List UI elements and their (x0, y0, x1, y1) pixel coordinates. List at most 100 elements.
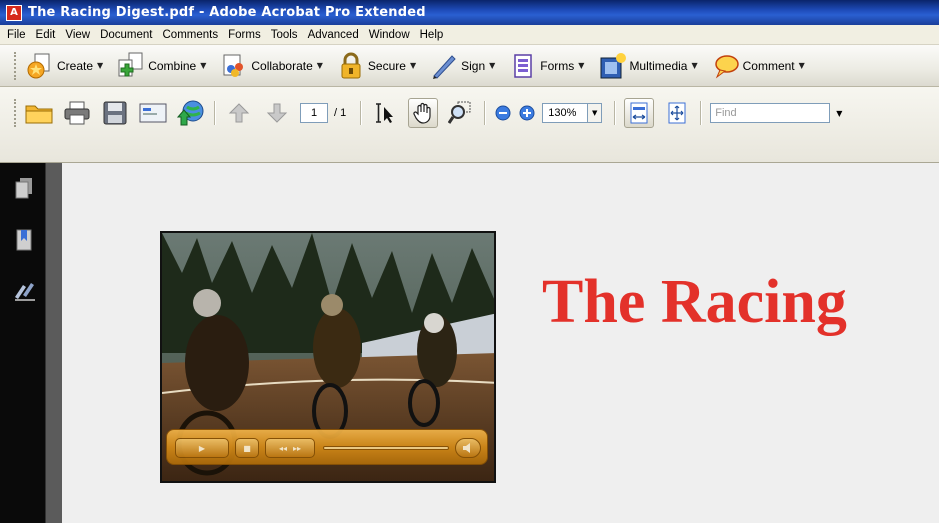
document-heading: The Racing (542, 268, 847, 336)
create-task-button[interactable]: Create ▼ (24, 50, 105, 82)
speaker-icon (463, 443, 470, 453)
find-dropdown-arrow[interactable]: ▼ (836, 109, 842, 118)
print-button[interactable] (62, 98, 92, 128)
menu-view[interactable]: View (60, 29, 95, 41)
menu-help[interactable]: Help (415, 29, 449, 41)
chevron-down-icon: ▼ (798, 61, 805, 70)
multimedia-task-label: Multimedia (629, 58, 688, 73)
zoom-out-button[interactable] (494, 98, 512, 128)
lock-icon (337, 52, 365, 80)
zoom-in-button[interactable] (518, 98, 536, 128)
toolbar-separator (700, 101, 703, 125)
open-button[interactable] (24, 98, 54, 128)
menu-forms[interactable]: Forms (223, 29, 266, 41)
menu-file[interactable]: File (2, 29, 31, 41)
fit-width-button[interactable] (624, 98, 655, 128)
window-title-bar: A The Racing Digest.pdf - Adobe Acrobat … (0, 0, 939, 25)
hand-tool-button[interactable] (408, 98, 439, 128)
menu-document[interactable]: Document (95, 29, 157, 41)
forms-task-label: Forms (540, 58, 575, 73)
toolbar-grip[interactable] (14, 51, 18, 80)
combine-task-label: Combine (148, 58, 197, 73)
marquee-zoom-button[interactable] (446, 98, 476, 128)
chevron-down-icon: ▼ (578, 61, 585, 70)
arrow-up-icon (228, 103, 250, 123)
multimedia-task-button[interactable]: Multimedia ▼ (596, 50, 699, 82)
signatures-panel-button[interactable] (14, 281, 35, 303)
arrow-down-icon (266, 103, 288, 123)
menu-edit[interactable]: Edit (31, 29, 61, 41)
previous-page-button[interactable] (224, 98, 254, 128)
magnifier-icon (448, 101, 471, 124)
toolbar-separator (214, 101, 216, 125)
zoom-dropdown-button[interactable]: ▼ (588, 103, 603, 123)
play-icon: ▶ (198, 443, 206, 453)
toolbar-grip[interactable] (14, 99, 18, 127)
page-number-input[interactable]: 1 (300, 103, 328, 123)
window-title: The Racing Digest.pdf - Adobe Acrobat Pr… (28, 5, 426, 20)
seek-buttons[interactable]: ◂◂ ▸▸ (265, 438, 315, 458)
stop-icon: ■ (243, 443, 251, 453)
sign-task-label: Sign (461, 58, 486, 73)
menu-window[interactable]: Window (364, 29, 415, 41)
pages-panel-button[interactable] (14, 177, 34, 199)
text-select-cursor-icon (376, 103, 394, 123)
document-area: ▶ ■ ◂◂ ▸▸ The Racing (46, 163, 939, 523)
chevron-down-icon: ▼ (691, 61, 698, 70)
create-task-label: Create (57, 58, 94, 73)
secure-task-label: Secure (367, 58, 406, 73)
toolbar-row: 1 / 1 130% ▼ Find ▼ (0, 95, 939, 131)
next-page-button[interactable] (262, 98, 292, 128)
play-button[interactable]: ▶ (175, 438, 229, 458)
embedded-video-player[interactable]: ▶ ■ ◂◂ ▸▸ (160, 231, 496, 483)
page-count: / 1 (334, 107, 347, 119)
menu-tools[interactable]: Tools (266, 29, 303, 41)
collaborate-task-label: Collaborate (251, 58, 313, 73)
chevron-down-icon: ▼ (200, 61, 207, 70)
pen-icon (430, 52, 458, 80)
web-upload-button[interactable] (176, 98, 206, 128)
signature-icon (15, 283, 35, 301)
comment-task-button[interactable]: Comment ▼ (710, 50, 807, 82)
globe-icon (177, 100, 204, 126)
email-button[interactable] (138, 98, 168, 128)
zoom-level-input[interactable]: 130% (542, 103, 589, 123)
acrobat-app-icon: A (6, 4, 22, 21)
combine-task-button[interactable]: Combine ▼ (115, 50, 208, 82)
hand-icon (413, 102, 431, 124)
pages-icon (15, 178, 32, 199)
stop-button[interactable]: ■ (235, 438, 259, 458)
save-button[interactable] (100, 98, 130, 128)
bookmark-icon (16, 229, 32, 251)
bookmarks-panel-button[interactable] (14, 229, 34, 251)
main-toolbar: 1 / 1 130% ▼ Find ▼ (0, 87, 939, 163)
rewind-icon: ◂◂ (278, 443, 287, 453)
chevron-down-icon: ▼ (97, 61, 104, 70)
chevron-down-icon: ▼ (409, 61, 417, 70)
video-progress-track[interactable] (323, 446, 449, 450)
zoom-in-icon (519, 105, 535, 121)
film-icon (598, 52, 627, 80)
find-input[interactable]: Find (710, 103, 831, 123)
menu-comments[interactable]: Comments (158, 29, 224, 41)
zoom-out-icon (495, 105, 511, 121)
sign-task-button[interactable]: Sign ▼ (428, 50, 497, 82)
navigation-pane (0, 163, 46, 523)
select-tool-button[interactable] (370, 98, 400, 128)
chevron-down-icon: ▼ (592, 109, 598, 117)
printer-icon (64, 101, 90, 125)
collaborate-icon (220, 52, 248, 80)
speech-bubble-icon (712, 52, 740, 80)
forms-task-button[interactable]: Forms ▼ (507, 50, 586, 82)
folder-icon (25, 105, 53, 124)
menu-bar: File Edit View Document Comments Forms T… (0, 25, 939, 45)
volume-button[interactable] (455, 438, 481, 458)
combine-icon (117, 52, 145, 80)
menu-advanced[interactable]: Advanced (303, 29, 364, 41)
fit-page-button[interactable] (662, 98, 692, 128)
secure-task-button[interactable]: Secure ▼ (335, 50, 418, 82)
create-icon (26, 52, 54, 80)
fast-forward-icon: ▸▸ (293, 443, 302, 453)
chevron-down-icon: ▼ (489, 61, 496, 70)
collaborate-task-button[interactable]: Collaborate ▼ (218, 50, 325, 82)
